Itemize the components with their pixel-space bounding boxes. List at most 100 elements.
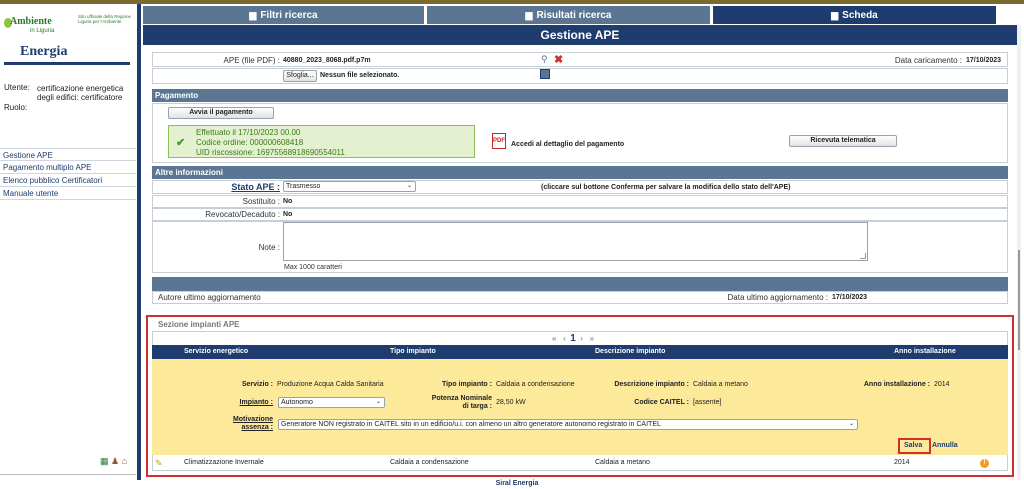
payment-uid: UID riscossione: 16975568918690554011: [196, 148, 345, 157]
logo-tagline: Sito ufficiale della Regione Liguria per…: [78, 14, 131, 24]
motivazione-label-2: assenza :: [241, 424, 273, 431]
edit-pencil-icon[interactable]: ✎: [155, 456, 163, 470]
tab-label: Scheda: [842, 10, 878, 21]
stato-select[interactable]: Trasmesso ⌄: [283, 181, 416, 192]
receipt-button[interactable]: Ricevuta telematica: [789, 135, 897, 147]
pager-current: 1: [570, 333, 576, 344]
divider: [4, 62, 130, 65]
upload-row: [152, 68, 1008, 84]
pager-prev[interactable]: ‹: [563, 334, 566, 343]
user-label: Utente:: [4, 83, 30, 92]
file-label: APE (file PDF) :: [223, 56, 280, 65]
note-max: Max 1000 caratteri: [284, 264, 342, 271]
stato-value: Trasmesso: [286, 183, 321, 190]
pdf-icon[interactable]: PDF: [492, 133, 506, 149]
role-label: Ruolo:: [4, 103, 28, 112]
start-payment-button[interactable]: Avvia il pagamento: [168, 107, 274, 119]
top-accent-bar: [0, 0, 1024, 4]
audit-header: [152, 277, 1008, 291]
sidebar-item-manuale[interactable]: Manuale utente: [0, 187, 136, 200]
sostituito-row: [152, 195, 1008, 208]
check-icon: ✔: [176, 137, 186, 149]
anno-label: Anno installazione :: [863, 381, 930, 388]
no-file-text: Nessun file selezionato.: [320, 72, 400, 79]
revocato-label: Revocato/Decaduto :: [205, 210, 280, 219]
app-name: Energia: [20, 44, 68, 59]
note-textarea[interactable]: [283, 222, 868, 261]
servizio-value: Produzione Acqua Calda Sanitaria: [277, 381, 384, 388]
audit-author-label: Autore ultimo aggiornamento: [158, 293, 261, 302]
tipo-value: Caldaia a condensazione: [496, 381, 575, 388]
sidebar-item-elenco-certificatori[interactable]: Elenco pubblico Certificatori: [0, 174, 136, 187]
chevron-down-icon: ⌄: [406, 183, 412, 189]
search-icon[interactable]: ⚲: [541, 54, 548, 65]
accessibility-icon[interactable]: ▦: [100, 456, 109, 466]
col-anno[interactable]: Anno installazione: [894, 345, 956, 359]
other-info-title: Altre informazioni: [152, 166, 1008, 179]
pager-next[interactable]: ›: [580, 334, 583, 343]
impianti-title: Sezione impianti APE: [158, 320, 240, 329]
caitel-value: [assente]: [693, 399, 722, 406]
resize-grip-icon[interactable]: [860, 253, 866, 259]
upload-date: 17/10/2023: [966, 57, 1002, 64]
people-icon[interactable]: ♟: [111, 456, 119, 466]
salva-button[interactable]: Salva: [904, 442, 922, 449]
delete-icon[interactable]: ✖: [554, 53, 563, 66]
descr-label: Descrizione impianto :: [614, 381, 689, 388]
tab-filtri-ricerca[interactable]: ▆ Filtri ricerca: [143, 6, 424, 24]
user-value: certificazione energetica degli edifici:…: [37, 84, 124, 102]
impianto-select[interactable]: Autonomo ⌄: [278, 397, 385, 408]
pager-first[interactable]: «: [552, 334, 556, 343]
sostituito-label: Sostituito :: [242, 197, 280, 206]
impianto-value: Autonomo: [281, 399, 313, 406]
sidebar-bottom-line: [0, 474, 136, 475]
tab-risultati-ricerca[interactable]: ▆ Risultati ricerca: [427, 6, 710, 24]
chevron-down-icon: ⌄: [375, 399, 381, 405]
sidebar-separator: [137, 4, 141, 480]
annulla-button[interactable]: Annulla: [932, 442, 958, 449]
servizio-label: Servizio :: [241, 381, 273, 388]
save-icon[interactable]: [540, 69, 550, 79]
logo-sub-text: in Liguria: [30, 28, 55, 34]
tipo-label: Tipo impianto :: [441, 381, 492, 388]
descr-value: Caldaia a metano: [693, 381, 748, 388]
pager-last[interactable]: »: [590, 334, 594, 343]
home-icon[interactable]: ⌂: [122, 456, 127, 466]
audit-date-label: Data ultimo aggiornamento :: [727, 293, 829, 302]
payment-detail-link[interactable]: Accedi al dettaglio del pagamento: [511, 141, 624, 148]
tab-scheda[interactable]: ▆ Scheda: [713, 6, 996, 24]
docs-icon: ▆: [525, 10, 533, 20]
sostituito-value: No: [283, 198, 293, 205]
col-servizio[interactable]: Servizio energetico: [184, 345, 248, 359]
audit-date: 17/10/2023: [832, 294, 868, 301]
logo-main-text: Ambiente: [10, 16, 52, 27]
col-tipo[interactable]: Tipo impianto: [390, 345, 436, 359]
browse-button[interactable]: Sfoglia...: [283, 70, 317, 82]
tab-label: Filtri ricerca: [260, 10, 318, 21]
sidebar-item-pagamento-multiplo[interactable]: Pagamento multiplo APE: [0, 161, 136, 174]
col-descrizione[interactable]: Descrizione impianto: [595, 345, 665, 359]
info-icon[interactable]: !: [980, 459, 989, 468]
motivazione-label-1: Motivazione: [232, 416, 273, 423]
impianti-header: Servizio energetico Tipo impianto Descri…: [152, 345, 1008, 359]
impianto-label: Impianto :: [239, 399, 273, 406]
note-label: Note :: [258, 243, 280, 252]
utility-icons: ▦ ♟ ⌂: [100, 456, 134, 468]
scrollbar-thumb[interactable]: [1018, 250, 1020, 350]
row-tipo: Caldaia a condensazione: [390, 459, 469, 466]
motivazione-select[interactable]: Generatore NON registrato in CAITEL sito…: [278, 419, 858, 430]
table-row: ✎ Climatizzazione Invernale Caldaia a co…: [152, 456, 1008, 470]
revocato-value: No: [283, 211, 293, 218]
stato-hint: (cliccare sul bottone Conferma per salva…: [541, 184, 791, 191]
motivazione-value: Generatore NON registrato in CAITEL sito…: [281, 421, 661, 428]
payment-done: Effettuato il 17/10/2023 00.00: [196, 128, 301, 137]
sidebar-item-gestione-ape[interactable]: Gestione APE: [0, 148, 136, 161]
row-servizio: Climatizzazione Invernale: [184, 459, 264, 466]
footer: Siral Energia: [495, 480, 539, 487]
doc-icon: ▆: [249, 10, 257, 20]
logo[interactable]: Ambiente in Liguria Sito ufficiale della…: [4, 12, 134, 38]
page-title: Gestione APE: [143, 25, 1017, 45]
row-anno: 2014: [894, 459, 910, 466]
file-name: 40880_2023_8068.pdf.p7m: [283, 57, 371, 64]
audit-row: [152, 291, 1008, 304]
